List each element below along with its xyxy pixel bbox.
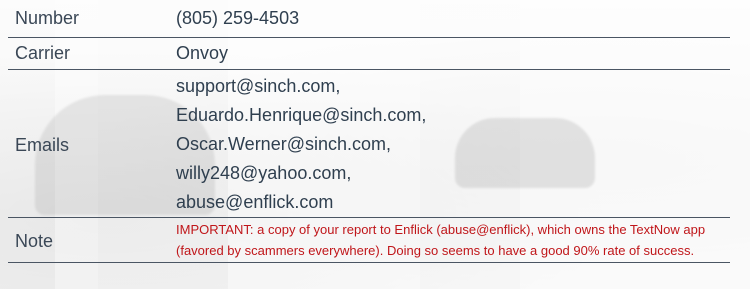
row-note: Note IMPORTANT: a copy of your report to… [8,218,730,263]
row-carrier: Carrier Onvoy [8,38,730,70]
email-line-3: Oscar.Werner@sinch.com, [176,134,391,154]
label-carrier: Carrier [15,43,71,63]
email-line-2: Eduardo.Henrique@sinch.com, [176,105,427,125]
report-details-table: Number (805) 259-4503 Carrier Onvoy Emai… [8,0,730,263]
row-number: Number (805) 259-4503 [8,0,730,38]
email-line-1: support@sinch.com, [176,76,341,96]
emails-list: support@sinch.com, Eduardo.Henrique@sinc… [176,70,730,217]
value-carrier: Onvoy [176,43,229,63]
row-emails: Emails support@sinch.com, Eduardo.Henriq… [8,70,730,218]
note-text: IMPORTANT: a copy of your report to Enfl… [176,222,706,258]
label-emails: Emails [15,135,70,155]
email-line-4: willy248@yahoo.com, [176,163,352,183]
label-number: Number [15,8,80,28]
value-number: (805) 259-4503 [176,8,300,28]
label-note: Note [15,230,54,251]
email-line-5: abuse@enflick.com [176,192,334,212]
